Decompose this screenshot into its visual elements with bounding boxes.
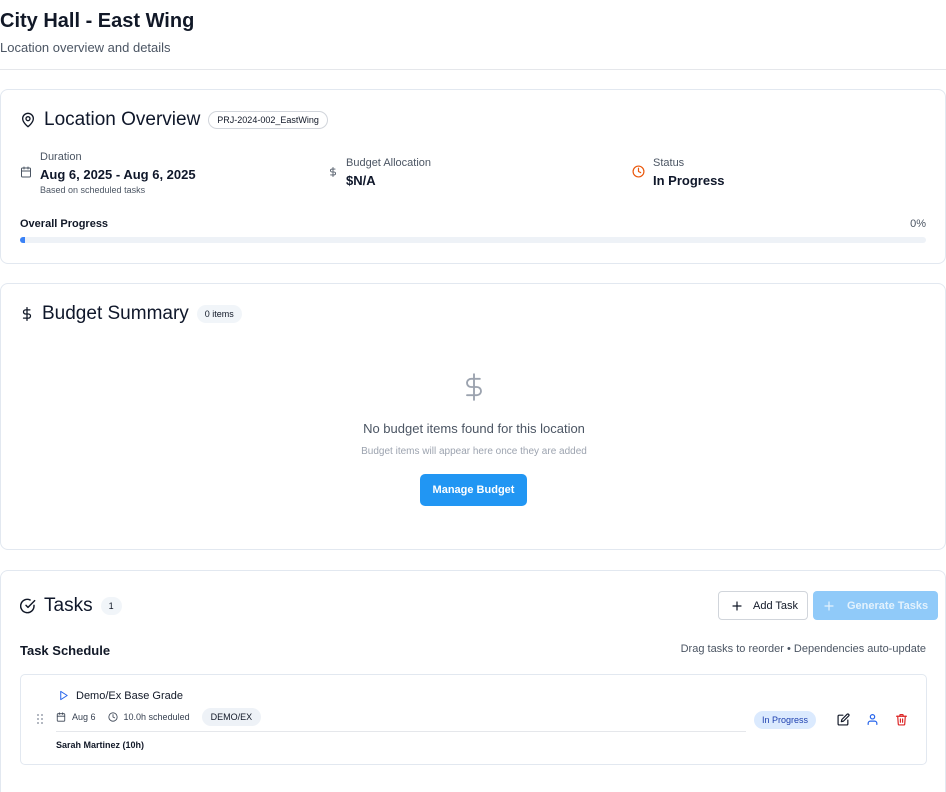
location-overview-header: Location Overview PRJ-2024-002_EastWing [20,109,328,131]
assign-user-icon[interactable] [864,711,880,727]
task-assignee: Sarah Martinez (10h) [56,740,145,750]
page-title: City Hall - East Wing [0,10,195,32]
budget-summary-card: Budget Summary 0 items No budget items f… [0,283,946,550]
calendar-icon [56,712,66,722]
status-label: Status [653,157,685,169]
budget-empty-title: No budget items found for this location [363,421,585,436]
calendar-icon [20,166,32,178]
task-status-badge: In Progress [754,711,817,729]
task-schedule-title: Task Schedule [20,643,111,658]
edit-icon[interactable] [835,711,851,727]
overall-progress-bar [20,237,926,243]
delete-icon[interactable] [893,711,909,727]
task-category-tag: DEMO/EX [201,708,262,726]
duration-block: Duration Aug 6, 2025 - Aug 6, 2025 Based… [20,150,196,196]
dollar-large-icon [460,368,488,406]
generate-tasks-button[interactable]: Generate Tasks [813,591,939,620]
budget-empty-subtitle: Budget items will appear here once they … [361,446,587,457]
tasks-count-badge: 1 [100,597,122,615]
duration-note: Based on scheduled tasks [40,185,146,195]
drag-handle-icon[interactable] [36,713,44,725]
task-meta: Aug 6 10.0h scheduled DEMO/EX [56,708,262,726]
task-name: Demo/Ex Base Grade [76,690,183,702]
task-date: Aug 6 [72,712,96,722]
budget-empty-state [1,368,946,411]
budget-summary-header: Budget Summary 0 items [20,303,242,325]
manage-budget-button[interactable]: Manage Budget [420,474,527,506]
overall-progress-label: Overall Progress [20,218,109,230]
generate-tasks-label: Generate Tasks [847,599,929,612]
budget-allocation-value: $N/A [346,173,376,188]
location-overview-title: Location Overview [44,109,201,130]
play-icon[interactable] [58,689,69,702]
budget-allocation-block: Budget Allocation $N/A [328,156,431,190]
task-schedule-hint: Drag tasks to reorder • Dependencies aut… [680,643,926,655]
plus-icon [731,600,743,612]
dollar-icon [20,306,34,322]
add-task-button[interactable]: Add Task [718,591,809,620]
clock-icon [632,165,645,178]
status-block: Status In Progress [632,156,725,190]
tasks-title: Tasks [44,595,93,616]
location-overview-card: Location Overview PRJ-2024-002_EastWing … [0,89,946,264]
duration-label: Duration [40,151,82,163]
plus-icon [823,600,835,612]
overall-progress-fill [20,237,25,243]
task-divider [56,731,746,732]
dollar-icon [328,165,338,179]
task-row[interactable]: Demo/Ex Base Grade Aug 6 10.0h scheduled… [20,674,927,765]
check-circle-icon [20,598,36,614]
project-code-badge: PRJ-2024-002_EastWing [208,111,328,129]
tasks-header: Tasks 1 [20,595,122,617]
page-subtitle: Location overview and details [0,40,171,55]
task-hours: 10.0h scheduled [123,712,190,722]
clock-icon [107,712,118,722]
tasks-card: Tasks 1 Add Task Generate Tasks Task Sch… [0,570,946,792]
status-value: In Progress [653,173,725,188]
page-header: City Hall - East Wing Location overview … [0,0,946,70]
add-task-label: Add Task [753,599,799,612]
budget-summary-title: Budget Summary [42,303,189,324]
duration-value: Aug 6, 2025 - Aug 6, 2025 [40,167,196,182]
map-pin-icon [20,112,36,128]
budget-allocation-label: Budget Allocation [346,157,432,169]
overall-progress-percent: 0% [910,218,926,230]
budget-items-count-badge: 0 items [196,305,242,323]
